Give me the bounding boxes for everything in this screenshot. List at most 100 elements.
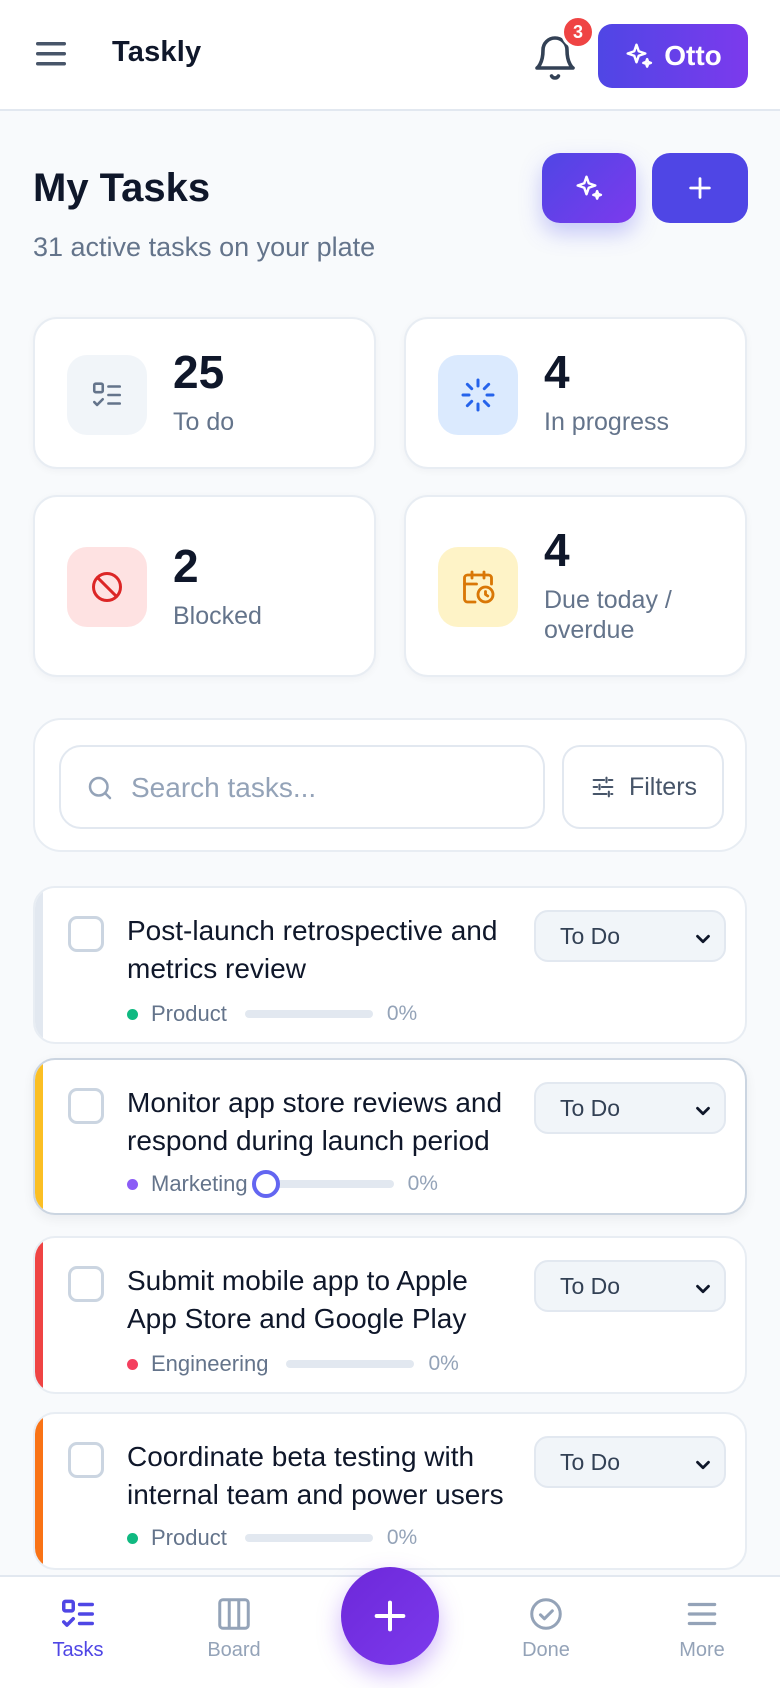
stat-label: To do [173, 408, 235, 436]
search-input[interactable] [131, 765, 531, 811]
task-progress-bar [244, 1010, 373, 1018]
task-meta: Product 0% [127, 1000, 417, 1028]
task-title: Post-launch retrospective and metrics re… [127, 915, 498, 984]
task-title: Submit mobile app to Apple App Store and… [127, 1265, 468, 1334]
ai-suggest-button[interactable] [542, 153, 636, 223]
category-dot [127, 1178, 138, 1190]
chevron-down-icon [696, 1460, 710, 1470]
stat-card-blocked[interactable]: 2 Blocked [33, 495, 376, 677]
stat-card-in-progress[interactable]: 4 In progress [404, 317, 747, 469]
category-dot [127, 1358, 138, 1370]
task-title: Monitor app store reviews and respond du… [127, 1087, 503, 1156]
slider-thumb[interactable] [251, 1170, 280, 1198]
task-meta: Marketing 0% [127, 1170, 438, 1198]
nav-label: Done [522, 1639, 570, 1661]
stat-card-todo[interactable]: 25 To do [33, 317, 376, 469]
category-dot [127, 1008, 138, 1020]
page-subtitle: 31 active tasks on your plate [33, 232, 376, 262]
app-header: Taskly 3 Otto [0, 0, 780, 111]
task-progress-percent: 0% [428, 1352, 459, 1375]
stat-icon-bg [438, 547, 518, 627]
stat-icon-bg [67, 547, 147, 627]
task-status-select[interactable]: To Do [534, 1082, 726, 1134]
task-title: Coordinate beta testing with internal te… [127, 1441, 504, 1510]
task-checkbox[interactable] [68, 916, 104, 952]
task-meta: Product 0% [127, 1524, 417, 1552]
checklist-icon [62, 1599, 94, 1627]
nav-tab-board[interactable]: Board [174, 1577, 294, 1688]
search-icon [88, 776, 112, 800]
otto-label: Otto [664, 40, 722, 71]
sparkles-icon [626, 43, 653, 68]
stat-label: Blocked [173, 602, 262, 630]
task-progress-percent: 0% [386, 1526, 418, 1549]
task-category: Marketing [151, 1171, 248, 1196]
filters-label: Filters [628, 772, 698, 801]
add-task-button[interactable] [652, 153, 748, 223]
nav-label: Board [207, 1639, 261, 1661]
stat-card-due-today[interactable]: 4 Due today / overdue [404, 495, 747, 677]
stat-value: 25 [173, 346, 225, 398]
task-meta: Engineering 0% [127, 1350, 459, 1378]
task-progress-percent: 0% [386, 1002, 418, 1025]
priority-accent [35, 1238, 43, 1392]
menu-icon [687, 1602, 717, 1626]
task-status-select[interactable]: To Do [534, 910, 726, 962]
priority-accent [35, 1414, 43, 1568]
chevron-down-icon [696, 1284, 710, 1294]
task-card[interactable]: Monitor app store reviews and respond du… [33, 1058, 747, 1215]
nav-label: Tasks [52, 1639, 104, 1661]
plus-icon [689, 177, 711, 199]
task-card[interactable]: Submit mobile app to Apple App Store and… [33, 1236, 747, 1394]
otto-assistant-button[interactable]: Otto [598, 24, 748, 88]
task-category: Product [151, 1525, 227, 1550]
status-value: To Do [560, 922, 621, 949]
task-card[interactable]: Coordinate beta testing with internal te… [33, 1412, 747, 1570]
app-title: Taskly [112, 36, 202, 68]
page-title: My Tasks [33, 166, 211, 210]
task-checkbox[interactable] [68, 1266, 104, 1302]
sliders-icon [592, 776, 614, 798]
priority-accent [35, 888, 43, 1042]
checklist-icon [92, 382, 122, 407]
category-dot [127, 1532, 138, 1544]
nav-label: More [679, 1639, 725, 1661]
stat-icon-bg [438, 355, 518, 435]
task-status-select[interactable]: To Do [534, 1260, 726, 1312]
priority-accent [35, 1060, 43, 1213]
status-value: To Do [560, 1448, 621, 1475]
task-progress-bar [286, 1360, 415, 1368]
task-category: Engineering [151, 1351, 269, 1376]
ban-icon [92, 572, 122, 602]
search-panel: Filters [33, 718, 747, 852]
nav-tab-tasks[interactable]: Tasks [18, 1577, 138, 1688]
task-card[interactable]: Post-launch retrospective and metrics re… [33, 886, 747, 1044]
task-progress-percent: 0% [407, 1172, 438, 1195]
stat-icon-bg [67, 355, 147, 435]
task-progress-bar [244, 1534, 373, 1542]
calendar-clock-icon [463, 570, 495, 604]
stat-value: 2 [173, 540, 199, 592]
sparkles-icon [576, 175, 603, 200]
check-circle-icon [530, 1598, 562, 1630]
task-category: Product [151, 1001, 227, 1026]
loader-icon [461, 378, 495, 412]
status-value: To Do [560, 1272, 621, 1299]
stat-value: 4 [544, 346, 570, 398]
stat-label: Due today / overdue [544, 586, 672, 644]
task-checkbox[interactable] [68, 1442, 104, 1478]
quick-add-fab[interactable] [341, 1567, 439, 1665]
chevron-down-icon [696, 1106, 710, 1116]
stat-value: 4 [544, 524, 570, 576]
search-field[interactable] [59, 745, 545, 829]
task-checkbox[interactable] [68, 1088, 104, 1124]
nav-tab-done[interactable]: Done [486, 1577, 606, 1688]
nav-tab-more[interactable]: More [642, 1577, 762, 1688]
stat-label: In progress [544, 408, 670, 436]
filters-button[interactable]: Filters [562, 745, 724, 829]
task-status-select[interactable]: To Do [534, 1436, 726, 1488]
chevron-down-icon [696, 934, 710, 944]
menu-button[interactable] [30, 36, 74, 72]
hamburger-icon [36, 42, 66, 66]
task-progress-slider[interactable] [251, 1170, 394, 1198]
